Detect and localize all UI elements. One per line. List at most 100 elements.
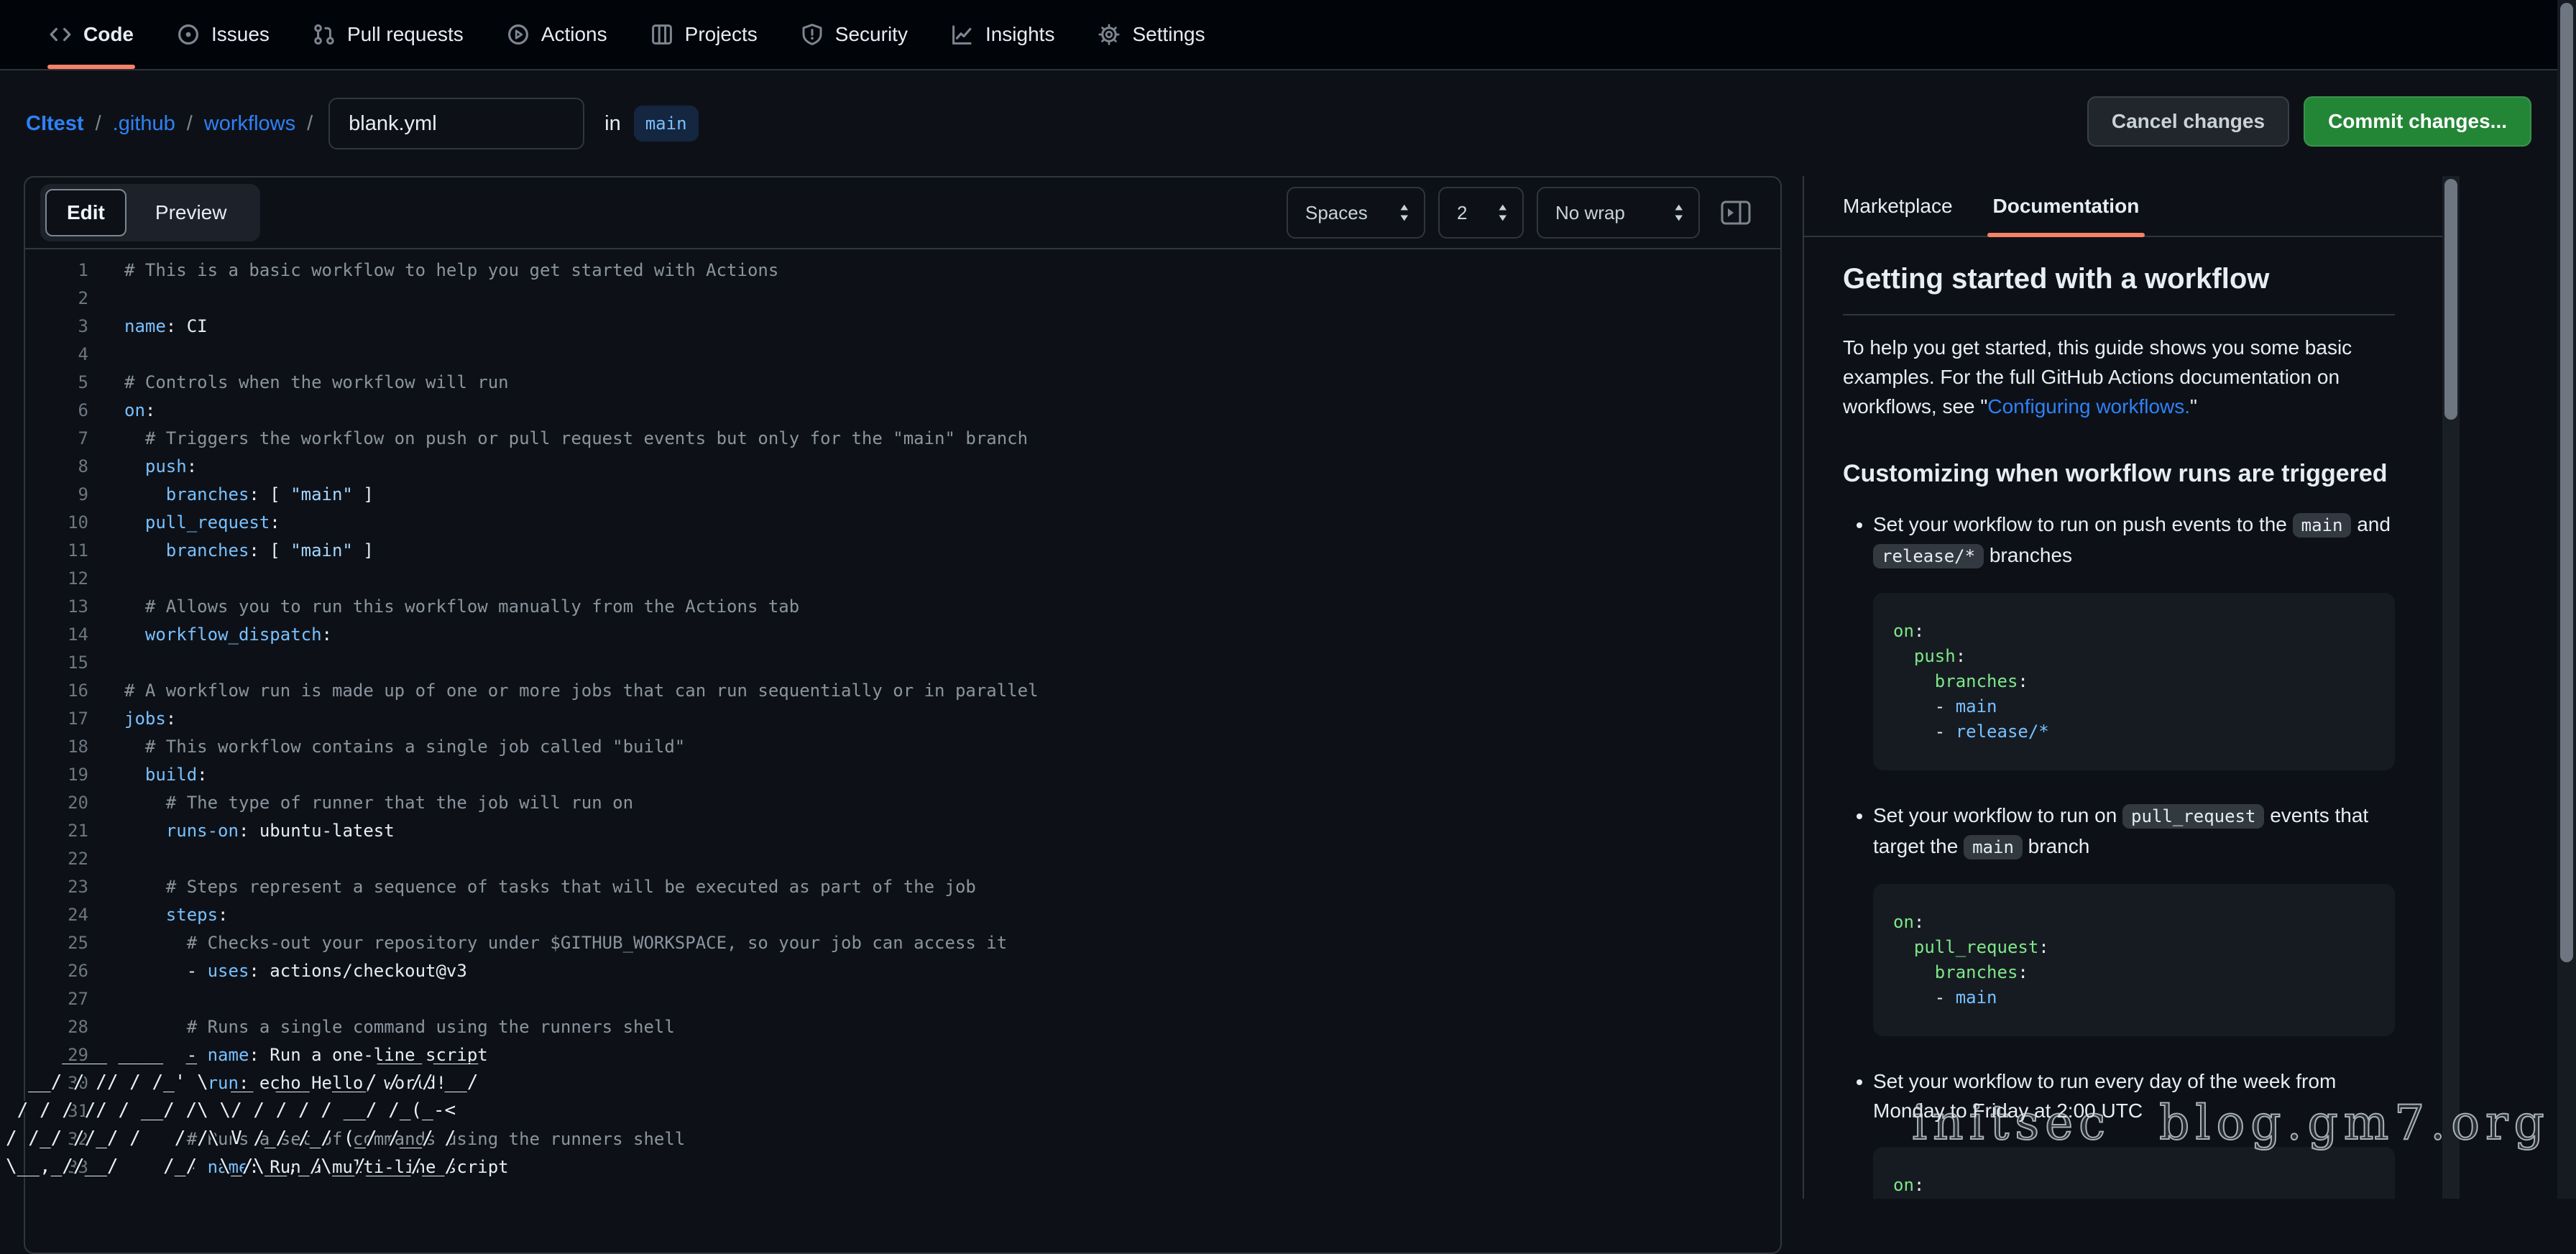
- indent-mode-value: Spaces: [1305, 202, 1368, 224]
- code-line[interactable]: branches: [ "main" ]: [124, 537, 1780, 565]
- line-number: 28: [25, 1013, 88, 1041]
- nav-item-settings[interactable]: Settings: [1095, 0, 1208, 69]
- code-line[interactable]: [124, 649, 1780, 677]
- code-line[interactable]: # Checks-out your repository under $GITH…: [124, 929, 1780, 957]
- code-content[interactable]: # This is a basic workflow to help you g…: [124, 257, 1780, 1181]
- code-line[interactable]: name: CI: [124, 313, 1780, 341]
- breadcrumb-dir-github[interactable]: .github: [113, 112, 175, 136]
- bullet-list: Set your workflow to run on push events …: [1843, 510, 2395, 1199]
- doc-title: Getting started with a workflow: [1843, 263, 2395, 295]
- code-line[interactable]: # This is a basic workflow to help you g…: [124, 257, 1780, 285]
- code-line[interactable]: [124, 565, 1780, 593]
- line-number: 24: [25, 901, 88, 929]
- nav-item-projects[interactable]: Projects: [648, 0, 760, 69]
- code-line[interactable]: - name: Run a multi-line script: [124, 1153, 1780, 1181]
- code-line[interactable]: [124, 985, 1780, 1013]
- line-number: 29: [25, 1041, 88, 1069]
- code-line[interactable]: build:: [124, 761, 1780, 789]
- nav-item-actions[interactable]: Actions: [504, 0, 610, 69]
- inline-code: main: [2293, 513, 2352, 538]
- code-line[interactable]: - uses: actions/checkout@v3: [124, 957, 1780, 985]
- docs-sidebar: Marketplace Documentation Getting starte…: [1803, 176, 2442, 1199]
- breadcrumb-separator: /: [96, 112, 101, 136]
- sidebar-scrollbar-thumb[interactable]: [2444, 179, 2457, 420]
- line-number: 20: [25, 789, 88, 817]
- code-line[interactable]: [124, 285, 1780, 313]
- line-number: 22: [25, 845, 88, 873]
- toggle-sidebar-button[interactable]: [1719, 195, 1753, 230]
- line-number: 13: [25, 593, 88, 621]
- actions-icon: [507, 23, 530, 46]
- line-number: 4: [25, 341, 88, 369]
- nav-item-insights[interactable]: Insights: [948, 0, 1058, 69]
- code-line[interactable]: pull_request:: [124, 509, 1780, 537]
- indent-mode-select[interactable]: Spaces: [1287, 187, 1425, 239]
- code-line[interactable]: # A workflow run is made up of one or mo…: [124, 677, 1780, 705]
- line-number: 33: [25, 1153, 88, 1181]
- line-number: 32: [25, 1125, 88, 1153]
- code-line[interactable]: push:: [124, 453, 1780, 481]
- nav-item-pull-requests[interactable]: Pull requests: [310, 0, 466, 69]
- commit-changes-button[interactable]: Commit changes...: [2304, 96, 2531, 147]
- tab-edit[interactable]: Edit: [45, 189, 126, 236]
- code-line[interactable]: [124, 1097, 1780, 1125]
- code-line[interactable]: workflow_dispatch:: [124, 621, 1780, 649]
- nav-item-security[interactable]: Security: [798, 0, 911, 69]
- sidebar-scrollbar[interactable]: [2442, 176, 2460, 1199]
- code-line[interactable]: # Controls when the workflow will run: [124, 369, 1780, 397]
- breadcrumb-dir-workflows[interactable]: workflows: [204, 112, 295, 136]
- top-nav: Code Issues Pull requests Actions Projects Se…: [0, 0, 2576, 70]
- updown-caret-icon: [1398, 203, 1411, 223]
- tab-preview[interactable]: Preview: [126, 189, 256, 236]
- edit-preview-switch: Edit Preview: [40, 184, 260, 241]
- tab-marketplace[interactable]: Marketplace: [1843, 176, 1953, 236]
- nav-label: Pull requests: [347, 23, 464, 46]
- projects-icon: [650, 23, 673, 46]
- code-line[interactable]: # This workflow contains a single job ca…: [124, 733, 1780, 761]
- configuring-workflows-link[interactable]: Configuring workflows.: [1987, 395, 2190, 418]
- code-line[interactable]: jobs:: [124, 705, 1780, 733]
- nav-item-code[interactable]: Code: [46, 0, 137, 69]
- code-editor[interactable]: 1234567891011121314151617181920212223242…: [25, 249, 1780, 1181]
- page-scrollbar-thumb[interactable]: [2560, 3, 2573, 962]
- code-line[interactable]: steps:: [124, 901, 1780, 929]
- code-line[interactable]: - name: Run a one-line script: [124, 1041, 1780, 1069]
- line-number: 8: [25, 453, 88, 481]
- line-number: 27: [25, 985, 88, 1013]
- wrap-mode-select[interactable]: No wrap: [1537, 187, 1700, 239]
- nav-item-issues[interactable]: Issues: [174, 0, 272, 69]
- nav-label: Settings: [1132, 23, 1205, 46]
- code-line[interactable]: # Runs a single command using the runner…: [124, 1013, 1780, 1041]
- panel-collapse-icon: [1719, 195, 1753, 230]
- branch-badge[interactable]: main: [634, 106, 699, 142]
- code-icon: [49, 23, 72, 46]
- code-line[interactable]: [124, 341, 1780, 369]
- code-line[interactable]: [124, 845, 1780, 873]
- code-line[interactable]: # Triggers the workflow on push or pull …: [124, 425, 1780, 453]
- code-line[interactable]: branches: [ "main" ]: [124, 481, 1780, 509]
- issue-icon: [177, 23, 200, 46]
- page-scrollbar[interactable]: [2557, 0, 2576, 1199]
- breadcrumb-repo-link[interactable]: CItest: [26, 112, 84, 136]
- code-line[interactable]: # Allows you to run this workflow manual…: [124, 593, 1780, 621]
- code-line[interactable]: run: echo Hello, world!: [124, 1069, 1780, 1097]
- nav-label: Issues: [211, 23, 270, 46]
- code-line[interactable]: # Runs a set of commands using the runne…: [124, 1125, 1780, 1153]
- filename-input[interactable]: [328, 98, 584, 149]
- code-line[interactable]: runs-on: ubuntu-latest: [124, 817, 1780, 845]
- updown-caret-icon: [1496, 203, 1509, 223]
- editor-toolbar: Edit Preview Spaces 2 No wrap: [25, 178, 1780, 249]
- nav-label: Security: [835, 23, 908, 46]
- gear-icon: [1098, 23, 1121, 46]
- line-number: 14: [25, 621, 88, 649]
- divider: [1843, 314, 2395, 315]
- code-line[interactable]: # Steps represent a sequence of tasks th…: [124, 873, 1780, 901]
- indent-size-select[interactable]: 2: [1438, 187, 1524, 239]
- cancel-changes-button[interactable]: Cancel changes: [2087, 96, 2289, 147]
- line-number: 2: [25, 285, 88, 313]
- tab-documentation[interactable]: Documentation: [1993, 176, 2140, 236]
- code-line[interactable]: # The type of runner that the job will r…: [124, 789, 1780, 817]
- line-number: 18: [25, 733, 88, 761]
- line-number: 7: [25, 425, 88, 453]
- code-line[interactable]: on:: [124, 397, 1780, 425]
